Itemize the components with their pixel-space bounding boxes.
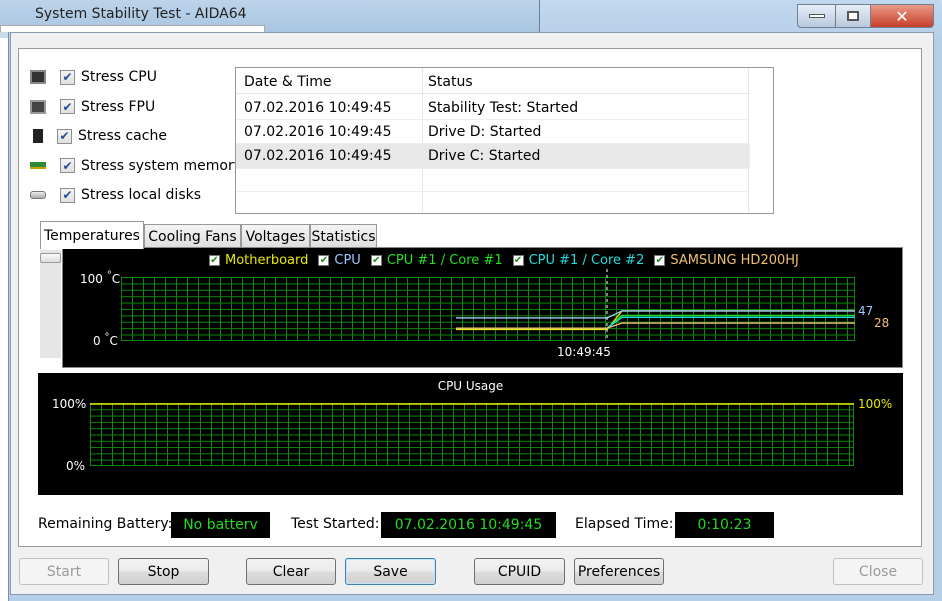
stress-option-label: Stress system memory [81, 157, 243, 174]
legend-checkbox[interactable]: ✔ [370, 255, 382, 266]
tab-cooling-fans[interactable]: Cooling Fans [144, 224, 241, 249]
close-icon: ✕ [895, 6, 909, 26]
minimize-button[interactable] [797, 4, 836, 28]
battery-label: Remaining Battery: [38, 516, 173, 532]
legend-item[interactable]: ✔ CPU [318, 253, 361, 268]
tab-statistics[interactable]: Statistics [310, 224, 377, 249]
stress-option[interactable]: ✔ Stress local disks [30, 184, 201, 206]
stress-checkbox[interactable]: ✔ [60, 158, 75, 173]
maximize-button[interactable] [835, 4, 871, 28]
cpu-icon [30, 70, 46, 84]
tab-temperatures[interactable]: Temperatures [40, 221, 144, 249]
temperature-legend: ✔ Motherboard ✔ CPU ✔ CPU #1 / Core #1 ✔ CPU #1… [209, 253, 799, 268]
legend-label: Motherboard [225, 253, 309, 268]
stress-option[interactable]: ✔ Stress CPU [30, 66, 157, 88]
current-temp-cpu: 47 [858, 304, 874, 318]
legend-checkbox[interactable]: ✔ [654, 255, 666, 266]
y-axis-max-label: 100% [52, 397, 87, 411]
temperature-series-line [456, 322, 855, 329]
cpu-usage-title: CPU Usage [437, 379, 504, 393]
table-row[interactable]: 07.02.2016 10:49:45 Drive D: Started [236, 120, 750, 144]
log-table[interactable]: Date & Time Status 07.02.2016 10:49:45 St… [235, 67, 774, 214]
stress-checkbox[interactable]: ✔ [60, 69, 75, 85]
background-window-title: System Stability Test - AIDA64 [35, 6, 247, 22]
tab-voltages[interactable]: Voltages [241, 224, 310, 249]
test-started-value: 07.02.2016 10:49:45 [381, 512, 556, 538]
y-axis-min-label: 0 °C [93, 332, 118, 348]
column-header-datetime[interactable]: Date & Time [244, 74, 332, 90]
cpuid-button[interactable]: CPUID [474, 558, 565, 585]
graph-scroll-track[interactable] [40, 250, 61, 358]
stress-option-label: Stress local disks [81, 187, 202, 203]
stress-option-label: Stress CPU [81, 69, 157, 85]
legend-label: CPU #1 / Core #1 [386, 253, 503, 268]
y-axis-min-label: 0% [66, 459, 86, 473]
legend-item[interactable]: ✔ CPU #1 / Core #1 [370, 253, 503, 268]
stress-option[interactable]: ✔ Stress system memory [30, 155, 242, 177]
fpu-icon [30, 99, 46, 114]
temperature-lines [456, 269, 855, 341]
start-button[interactable]: Start [19, 558, 109, 585]
disk-icon [30, 191, 46, 199]
graph-scroll-thumb[interactable] [40, 253, 61, 263]
stress-option[interactable]: ✔ Stress FPU [30, 96, 155, 118]
stress-option-label: Stress FPU [81, 98, 156, 115]
stress-option-label: Stress cache [78, 128, 167, 144]
legend-item[interactable]: ✔ SAMSUNG HD200HJ [654, 253, 799, 268]
stress-checkbox[interactable]: ✔ [57, 128, 72, 144]
test-started-label: Test Started: [291, 516, 380, 532]
elapsed-time-label: Elapsed Time: [575, 516, 674, 532]
cpu-usage-graph: CPU Usage 100% 0% 100% [38, 373, 903, 495]
stress-checkbox[interactable]: ✔ [60, 187, 75, 203]
elapsed-time-value: 0:10:23 [675, 512, 774, 538]
log-status: Drive C: Started [428, 148, 541, 164]
preferences-button[interactable]: Preferences [574, 558, 664, 585]
log-time: 07.02.2016 10:49:45 [244, 123, 392, 140]
battery-value: No batterv [171, 512, 270, 538]
stress-option[interactable]: ✔ Stress cache [30, 125, 167, 147]
background-window: System Stability Test - AIDA64 [0, 0, 540, 32]
clear-button[interactable]: Clear [246, 558, 336, 585]
cache-icon [33, 129, 43, 143]
legend-checkbox[interactable]: ✔ [209, 255, 220, 266]
stress-checkbox[interactable]: ✔ [60, 99, 75, 114]
memory-icon [30, 162, 46, 169]
log-time: 07.02.2016 10:49:45 [244, 99, 392, 116]
table-row[interactable]: 07.02.2016 10:49:45 Stability Test: Start… [236, 96, 750, 120]
current-temp-disk: 28 [874, 316, 890, 330]
cpu-current-label: 100% [858, 397, 893, 411]
close-button[interactable]: Close [833, 558, 923, 585]
save-button[interactable]: Save [345, 558, 436, 585]
table-row[interactable]: 07.02.2016 10:49:45 Drive C: Started [236, 144, 750, 168]
column-header-status[interactable]: Status [428, 74, 473, 90]
cpu-usage-line [90, 403, 854, 405]
x-marker-label: 10:49:45 [557, 345, 611, 359]
maximize-icon [847, 11, 859, 21]
background-address-bar [0, 25, 265, 32]
legend-checkbox[interactable]: ✔ [318, 255, 330, 266]
log-status: Stability Test: Started [428, 99, 579, 116]
legend-label: CPU #1 / Core #2 [528, 253, 645, 268]
stop-button[interactable]: Stop [118, 558, 209, 585]
log-header: Date & Time Status [236, 70, 750, 94]
close-window-button[interactable]: ✕ [870, 4, 934, 28]
y-axis-max-label: 100 °C [80, 270, 121, 286]
legend-label: SAMSUNG HD200HJ [670, 253, 799, 268]
log-time: 07.02.2016 10:49:45 [244, 148, 392, 164]
legend-checkbox[interactable]: ✔ [512, 255, 524, 266]
log-status: Drive D: Started [428, 123, 542, 140]
legend-item[interactable]: ✔ CPU #1 / Core #2 [512, 253, 645, 268]
legend-label: CPU [334, 253, 361, 268]
legend-item[interactable]: ✔ Motherboard [209, 253, 308, 268]
minimize-icon [808, 14, 825, 18]
temperature-series-line [456, 310, 855, 331]
temperature-graph: ✔ Motherboard ✔ CPU ✔ CPU #1 / Core #1 ✔ CPU #1… [62, 247, 903, 368]
